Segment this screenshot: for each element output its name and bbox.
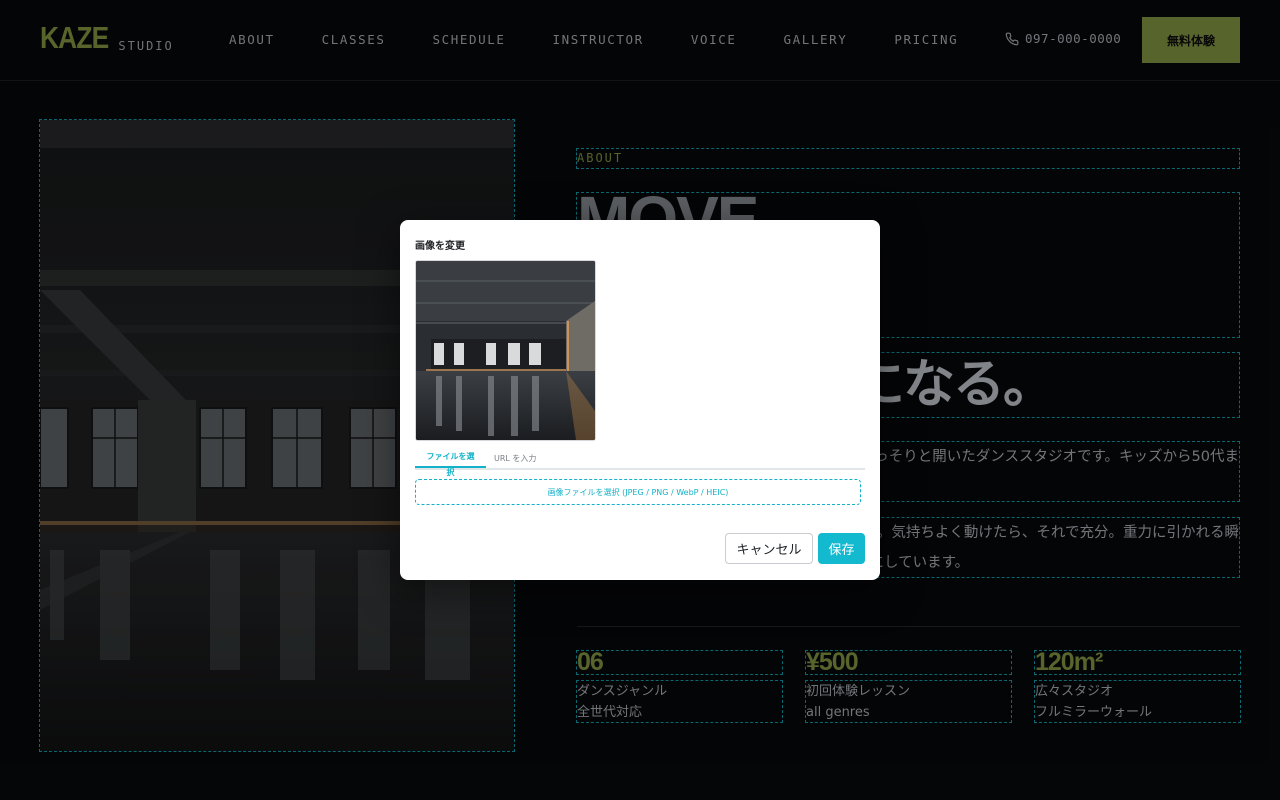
source-tabs: ファイルを選択 URL を入力 [415,449,865,477]
tab-enter-url[interactable]: URL を入力 [486,449,544,468]
change-image-dialog: 画像を変更 ファイルを選択 URL を入力 画像ファイルを選択 (JPEG / … [400,220,880,580]
tab-choose-file[interactable]: ファイルを選択 [415,449,486,477]
dialog-title: 画像を変更 [415,241,465,252]
save-button[interactable]: 保存 [818,533,865,564]
image-preview [415,260,596,441]
preview-image [416,261,595,440]
file-select-dropzone[interactable]: 画像ファイルを選択 (JPEG / PNG / WebP / HEIC) [415,479,861,505]
cancel-button[interactable]: キャンセル [725,533,813,564]
